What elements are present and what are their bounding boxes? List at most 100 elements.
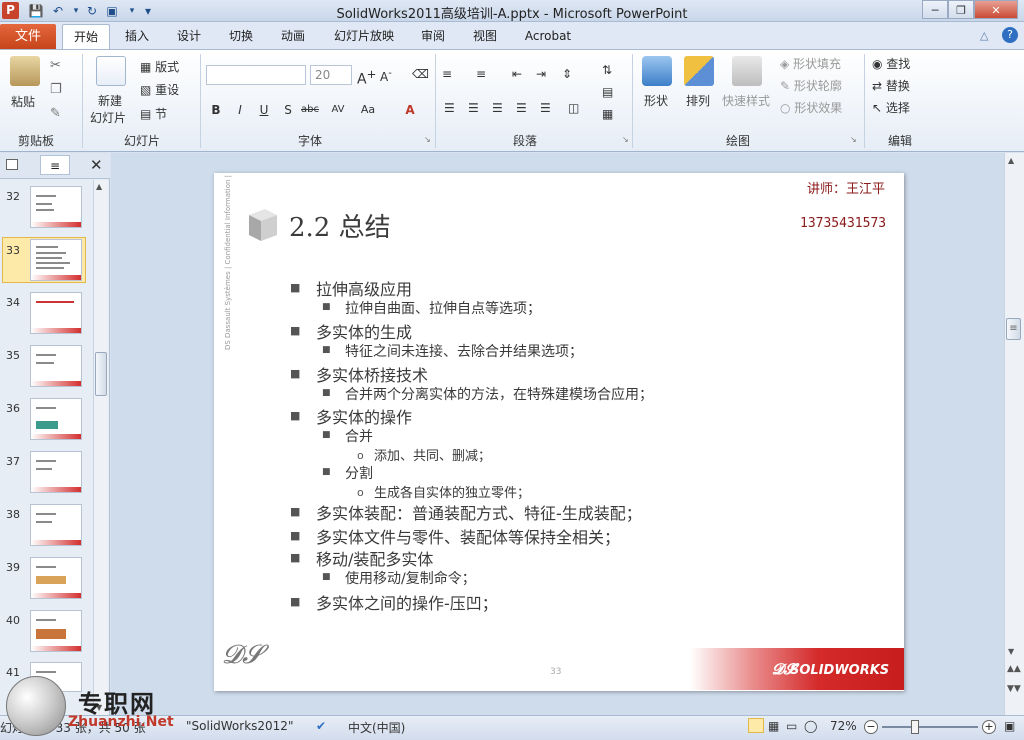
bullet-level-1[interactable]: 多实体之间的操作-压凹； bbox=[316, 590, 498, 614]
bullet-level-2[interactable]: 特征之间未连接、去除合并结果选项； bbox=[345, 341, 583, 361]
align-left-icon[interactable]: ☰ bbox=[444, 98, 455, 118]
outline-tab-icon[interactable]: ≡ bbox=[40, 155, 70, 175]
scroll-thumb[interactable] bbox=[95, 352, 107, 396]
zoom-slider-thumb[interactable] bbox=[911, 720, 919, 734]
bullet-level-2[interactable]: 分割 bbox=[345, 463, 373, 483]
new-slide-label-2[interactable]: 幻灯片 bbox=[90, 109, 126, 126]
tab-view[interactable]: 视图 bbox=[462, 24, 508, 49]
tab-animations[interactable]: 动画 bbox=[270, 24, 316, 49]
format-painter-icon[interactable]: ✎ bbox=[50, 106, 61, 121]
minimize-ribbon-icon[interactable]: △ bbox=[980, 29, 988, 42]
tab-design[interactable]: 设计 bbox=[166, 24, 212, 49]
slides-tab-icon[interactable] bbox=[6, 159, 18, 170]
bullet-level-1[interactable]: 多实体桥接技术 bbox=[316, 362, 428, 386]
bullet-level-2[interactable]: 拉伸自曲面、拉伸自点等选项； bbox=[345, 298, 541, 318]
drawing-dialog-launcher-icon[interactable]: ↘ bbox=[850, 135, 857, 144]
main-scroll-thumb[interactable]: ≡ bbox=[1006, 318, 1021, 340]
scroll-up-icon[interactable]: ▲ bbox=[96, 182, 102, 191]
shape-effects-button[interactable]: ○ 形状效果 bbox=[780, 98, 842, 118]
replace-button[interactable]: ⇄ 替换 bbox=[872, 76, 910, 96]
smartart-icon[interactable]: ▦ bbox=[602, 104, 613, 124]
align-right-icon[interactable]: ☰ bbox=[492, 98, 503, 118]
reading-view-icon[interactable]: ▭ bbox=[786, 719, 797, 733]
slide-sorter-icon[interactable]: ▦ bbox=[768, 719, 779, 733]
slide-title[interactable]: 2.2 总结 bbox=[289, 207, 391, 244]
fit-to-window-icon[interactable]: ▣ bbox=[1004, 719, 1015, 733]
bullet-level-2[interactable]: 合并两个分离实体的方法，在特殊建模场合应用； bbox=[345, 384, 653, 404]
slide-thumbnail[interactable] bbox=[30, 451, 82, 493]
slide-thumbnail[interactable] bbox=[30, 186, 82, 228]
font-size-combo[interactable]: 20 bbox=[310, 65, 352, 85]
bullet-level-1[interactable]: 多实体文件与零件、装配体等保持全相关； bbox=[316, 524, 620, 548]
shapes-icon[interactable] bbox=[642, 56, 672, 86]
reset-button[interactable]: ▧ 重设 bbox=[140, 80, 179, 100]
bullet-level-2[interactable]: 使用移动/复制命令； bbox=[345, 568, 476, 588]
shadow-icon[interactable]: S bbox=[278, 100, 298, 120]
quick-styles-button[interactable]: 快速样式 bbox=[722, 92, 770, 109]
text-direction-icon[interactable]: ⇅ bbox=[602, 60, 612, 80]
bullets-icon[interactable]: ≡ bbox=[442, 64, 452, 84]
line-spacing-icon[interactable]: ⇕ bbox=[562, 64, 572, 84]
tab-home[interactable]: 开始 bbox=[62, 24, 110, 49]
font-color-icon[interactable]: A bbox=[400, 100, 420, 120]
tab-slideshow[interactable]: 幻灯片放映 bbox=[326, 24, 402, 49]
shapes-button[interactable]: 形状 bbox=[644, 92, 668, 109]
new-slide-icon[interactable] bbox=[96, 56, 126, 86]
italic-icon[interactable]: I bbox=[230, 100, 250, 120]
underline-icon[interactable]: U bbox=[254, 100, 274, 120]
bullet-level-1[interactable]: 多实体的操作 bbox=[316, 404, 412, 428]
slide-thumbnail[interactable] bbox=[30, 398, 82, 440]
columns-icon[interactable]: ◫ bbox=[568, 98, 579, 118]
arrange-button[interactable]: 排列 bbox=[686, 92, 710, 109]
restore-button[interactable]: ❐ bbox=[948, 0, 974, 19]
justify-icon[interactable]: ☰ bbox=[516, 98, 527, 118]
shape-fill-button[interactable]: ◈ 形状填充 bbox=[780, 54, 841, 74]
main-scroll-up-icon[interactable]: ▲ bbox=[1008, 156, 1014, 165]
zoom-out-icon[interactable]: − bbox=[864, 720, 878, 734]
slide-thumbnail[interactable] bbox=[30, 610, 82, 652]
font-dialog-launcher-icon[interactable]: ↘ bbox=[424, 135, 431, 144]
help-icon[interactable]: ? bbox=[1002, 27, 1018, 43]
slideshow-view-icon[interactable]: ◯ bbox=[804, 719, 817, 733]
arrange-icon[interactable] bbox=[684, 56, 714, 86]
zoom-in-icon[interactable]: + bbox=[982, 720, 996, 734]
slide-thumbnail[interactable] bbox=[30, 345, 82, 387]
tab-insert[interactable]: 插入 bbox=[114, 24, 160, 49]
copy-icon[interactable]: ❐ bbox=[50, 82, 62, 97]
strikethrough-icon[interactable]: abc bbox=[300, 100, 320, 120]
paste-icon[interactable] bbox=[10, 56, 40, 86]
quick-styles-icon[interactable] bbox=[732, 56, 762, 86]
font-name-combo[interactable] bbox=[206, 65, 306, 85]
bullet-level-2[interactable]: 合并 bbox=[345, 426, 373, 446]
section-button[interactable]: ▤ 节 bbox=[140, 104, 167, 124]
slide-thumbnail[interactable] bbox=[30, 292, 82, 334]
layout-button[interactable]: ▦ 版式 bbox=[140, 57, 179, 77]
increase-indent-icon[interactable]: ⇥ bbox=[536, 64, 546, 84]
next-slide-icon[interactable]: ▼▼ bbox=[1007, 684, 1021, 694]
slide-thumbnail-current[interactable] bbox=[30, 239, 82, 281]
align-center-icon[interactable]: ☰ bbox=[468, 98, 479, 118]
tab-file[interactable]: 文件 bbox=[0, 24, 56, 49]
find-button[interactable]: ◉ 查找 bbox=[872, 54, 910, 74]
paragraph-dialog-launcher-icon[interactable]: ↘ bbox=[622, 135, 629, 144]
main-scroll-down-icon[interactable]: ▼ bbox=[1008, 647, 1014, 656]
char-spacing-icon[interactable]: AV bbox=[328, 100, 348, 120]
main-vertical-scrollbar[interactable] bbox=[1004, 153, 1024, 715]
clear-formatting-icon[interactable]: ⌫ bbox=[412, 64, 429, 84]
decrease-indent-icon[interactable]: ⇤ bbox=[512, 64, 522, 84]
paste-button[interactable]: 粘贴 bbox=[11, 93, 35, 110]
bullet-level-1[interactable]: 移动/装配多实体 bbox=[316, 546, 433, 570]
zoom-slider-track[interactable] bbox=[882, 726, 978, 728]
bullet-level-1[interactable]: 多实体装配：普通装配方式、特征-生成装配； bbox=[316, 500, 642, 524]
shape-outline-button[interactable]: ✎ 形状轮廓 bbox=[780, 76, 842, 96]
tab-transitions[interactable]: 切换 bbox=[218, 24, 264, 49]
change-case-icon[interactable]: Aa bbox=[358, 100, 378, 120]
distributed-icon[interactable]: ☰ bbox=[540, 98, 551, 118]
grow-font-icon[interactable]: A+ bbox=[357, 64, 376, 88]
close-button[interactable]: ✕ bbox=[974, 0, 1018, 19]
bullet-level-1[interactable]: 多实体的生成 bbox=[316, 319, 412, 343]
bullet-level-3[interactable]: 添加、共同、删减； bbox=[374, 445, 491, 464]
bullet-level-3[interactable]: 生成各自实体的独立零件； bbox=[374, 482, 530, 501]
language-indicator[interactable]: 中文(中国) bbox=[348, 719, 405, 736]
tab-acrobat[interactable]: Acrobat bbox=[516, 24, 580, 49]
